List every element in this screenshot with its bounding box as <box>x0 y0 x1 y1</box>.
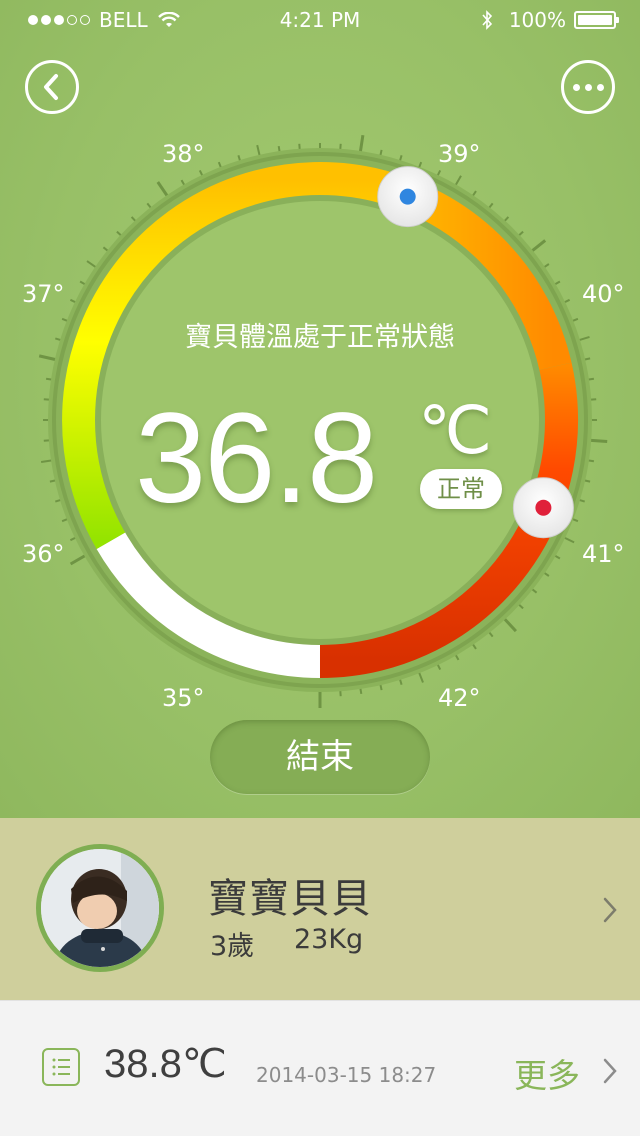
temperature-status-text: 寶貝體溫處于正常狀態 <box>185 322 455 353</box>
record-timestamp: 2014-03-15 18:27 <box>256 1063 437 1087</box>
record-temperature: 38.8℃ <box>104 1042 227 1086</box>
tick-label-40: 40° <box>582 280 625 308</box>
baby-weight: 23Kg <box>294 924 364 955</box>
tick-label-37: 37° <box>22 280 65 308</box>
gauge-tick <box>69 553 87 566</box>
gauge-tick <box>589 438 608 443</box>
last-record-row[interactable]: 38.8℃ 2014-03-15 18:27 更多 <box>0 1000 640 1136</box>
current-temperature-knob[interactable] <box>377 166 439 228</box>
tick-label-35: 35° <box>162 684 205 712</box>
tick-label-42: 42° <box>438 684 481 712</box>
status-badge: 正常 <box>420 469 502 509</box>
baby-profile-row[interactable]: 寶寶貝貝 3歲 23Kg <box>0 818 640 1000</box>
gauge-tick <box>530 239 547 253</box>
more-records-link[interactable]: 更多 <box>514 1049 580 1097</box>
temperature-unit: ℃ <box>418 392 493 469</box>
avatar <box>36 844 164 972</box>
tick-label-39: 39° <box>438 140 481 168</box>
list-icon <box>42 1048 80 1086</box>
gauge-tick <box>156 181 170 198</box>
end-button[interactable]: 結束 <box>210 720 430 794</box>
tick-label-38: 38° <box>162 140 205 168</box>
alarm-threshold-knob[interactable] <box>512 477 574 539</box>
child-photo <box>41 849 159 967</box>
gauge-tick <box>38 354 58 362</box>
baby-age: 3歲 <box>210 931 255 962</box>
chevron-right-icon <box>603 1058 617 1084</box>
chevron-right-icon <box>603 897 617 923</box>
gauge-tick <box>502 616 517 633</box>
tick-label-36: 36° <box>22 540 65 568</box>
temperature-value: 36.8 <box>135 387 378 530</box>
gauge-tick <box>358 134 365 154</box>
baby-name: 寶寶貝貝 <box>208 876 372 922</box>
tick-label-41: 41° <box>582 540 625 568</box>
